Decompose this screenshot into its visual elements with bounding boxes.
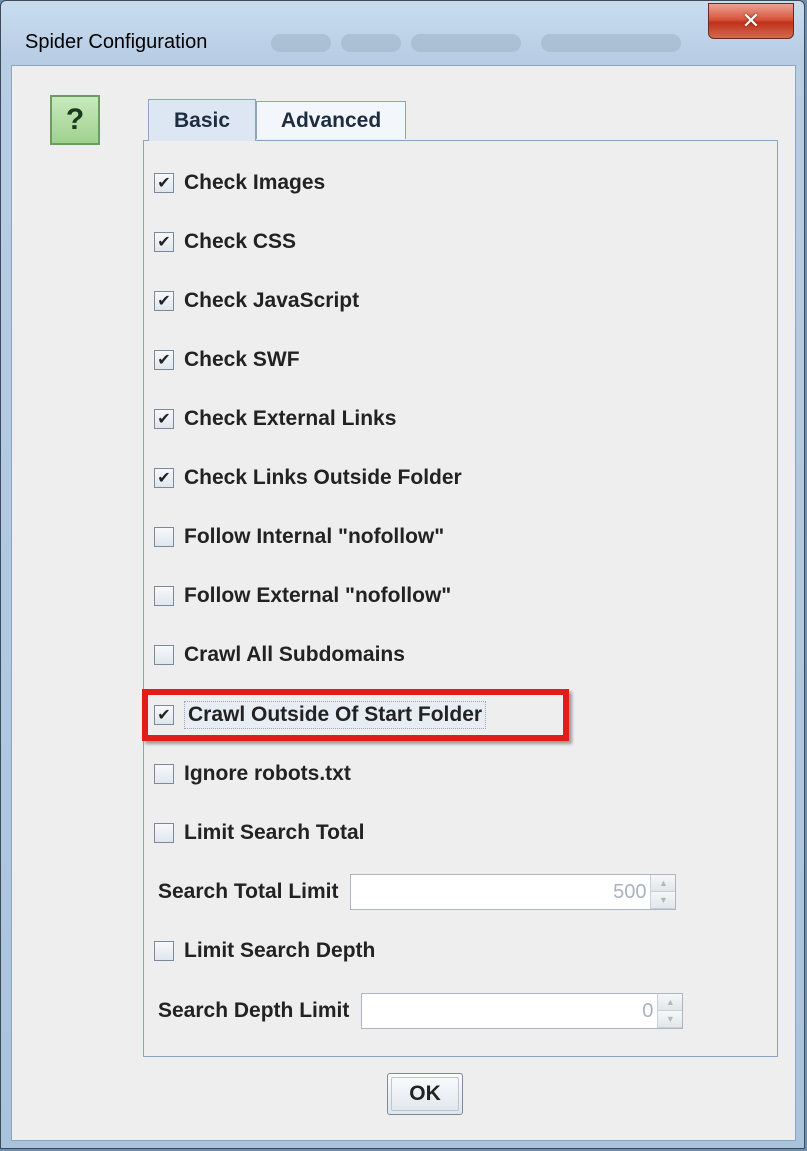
- check-links-outside-folder-option[interactable]: ✔ Check Links Outside Folder: [154, 461, 462, 495]
- option-label: Check External Links: [184, 407, 397, 430]
- close-icon: ✕: [741, 8, 761, 34]
- option-label: Ignore robots.txt: [184, 762, 351, 785]
- title-bar[interactable]: Spider Configuration ✕: [1, 1, 804, 65]
- spin-up-button[interactable]: ▲: [651, 875, 676, 892]
- option-label: Check Images: [184, 171, 326, 194]
- search-total-limit-spinner[interactable]: 500 ▲ ▼: [350, 874, 677, 910]
- checkbox[interactable]: ✔: [154, 409, 174, 429]
- checkmark-icon: ✔: [157, 350, 171, 369]
- checkbox[interactable]: [154, 527, 174, 547]
- title-background-blur: [341, 34, 401, 52]
- help-button[interactable]: ?: [50, 95, 100, 145]
- search-depth-limit-spinner[interactable]: 0 ▲ ▼: [361, 993, 684, 1029]
- tab-basic-label: Basic: [173, 108, 231, 132]
- arrow-up-icon: ▲: [659, 878, 668, 888]
- spin-down-button[interactable]: ▼: [658, 1011, 683, 1028]
- checkmark-icon: ✔: [157, 291, 171, 310]
- search-total-limit-label: Search Total Limit: [158, 880, 339, 903]
- title-background-blur: [541, 34, 681, 52]
- close-button[interactable]: ✕: [708, 3, 794, 39]
- option-label: Check Links Outside Folder: [184, 466, 462, 489]
- search-depth-limit-row: Search Depth Limit 0 ▲ ▼: [158, 991, 684, 1031]
- crawl-all-subdomains-option[interactable]: Crawl All Subdomains: [154, 638, 405, 672]
- checkbox[interactable]: [154, 586, 174, 606]
- option-label: Check JavaScript: [184, 289, 360, 312]
- check-css-option[interactable]: ✔ Check CSS: [154, 225, 296, 259]
- arrow-up-icon: ▲: [665, 997, 675, 1007]
- tab-advanced[interactable]: Advanced: [256, 101, 406, 139]
- limit-search-depth-option[interactable]: Limit Search Depth: [154, 934, 375, 968]
- search-total-limit-value[interactable]: 500: [351, 875, 650, 909]
- option-label: Check SWF: [184, 348, 300, 371]
- checkbox[interactable]: [154, 941, 174, 961]
- arrow-down-icon: ▼: [659, 895, 668, 905]
- checkbox[interactable]: ✔: [154, 173, 174, 193]
- ok-button-label: OK: [409, 1082, 441, 1105]
- window-title: Spider Configuration: [25, 31, 208, 53]
- ok-button[interactable]: OK: [387, 1073, 463, 1115]
- checkbox[interactable]: ✔: [154, 232, 174, 252]
- spin-up-button[interactable]: ▲: [658, 994, 683, 1011]
- option-label: Limit Search Total: [184, 821, 365, 844]
- checkbox[interactable]: ✔: [154, 350, 174, 370]
- arrow-down-icon: ▼: [665, 1014, 675, 1024]
- check-external-links-option[interactable]: ✔ Check External Links: [154, 402, 396, 436]
- checkbox[interactable]: ✔: [154, 291, 174, 311]
- title-background-blur: [411, 34, 521, 52]
- checkmark-icon: ✔: [157, 468, 171, 487]
- spin-down-button[interactable]: ▼: [651, 892, 676, 909]
- checkbox[interactable]: ✔: [154, 705, 174, 725]
- limit-search-total-option[interactable]: Limit Search Total: [154, 816, 364, 850]
- tab-basic[interactable]: Basic: [148, 99, 256, 141]
- follow-external-nofollow-option[interactable]: Follow External "nofollow": [154, 579, 451, 613]
- search-total-limit-row: Search Total Limit 500 ▲ ▼: [158, 872, 677, 912]
- check-swf-option[interactable]: ✔ Check SWF: [154, 343, 300, 377]
- option-label: Check CSS: [184, 230, 297, 253]
- title-background-blur: [271, 34, 331, 52]
- tab-advanced-label: Advanced: [280, 108, 382, 132]
- option-label: Follow External "nofollow": [184, 584, 452, 607]
- checkbox[interactable]: [154, 823, 174, 843]
- basic-tab-panel: ✔ Check Images ✔ Check CSS ✔ Check JavaS…: [142, 140, 778, 1057]
- spinner-buttons: ▲ ▼: [657, 994, 683, 1028]
- check-javascript-option[interactable]: ✔ Check JavaScript: [154, 284, 359, 318]
- search-depth-limit-label: Search Depth Limit: [158, 999, 350, 1022]
- dialog-content: ? Basic Advanced ✔ Check Images ✔ Check …: [11, 65, 796, 1141]
- ignore-robots-option[interactable]: Ignore robots.txt: [154, 757, 351, 791]
- checkmark-icon: ✔: [157, 232, 171, 251]
- option-label: Crawl All Subdomains: [184, 643, 405, 666]
- option-label: Crawl Outside Of Start Folder: [184, 701, 487, 729]
- checkmark-icon: ✔: [157, 409, 171, 428]
- help-icon: ?: [65, 103, 85, 136]
- checkmark-icon: ✔: [157, 705, 171, 724]
- dialog-window: Spider Configuration ✕ ? Basic Advanced …: [0, 0, 805, 1149]
- check-images-option[interactable]: ✔ Check Images: [154, 166, 325, 200]
- option-label: Limit Search Depth: [184, 939, 376, 962]
- checkmark-icon: ✔: [157, 173, 171, 192]
- search-depth-limit-value[interactable]: 0: [362, 994, 657, 1028]
- checkbox[interactable]: [154, 645, 174, 665]
- follow-internal-nofollow-option[interactable]: Follow Internal "nofollow": [154, 520, 444, 554]
- spinner-buttons: ▲ ▼: [650, 875, 676, 909]
- option-label: Follow Internal "nofollow": [184, 525, 445, 548]
- checkbox[interactable]: [154, 764, 174, 784]
- crawl-outside-start-folder-option[interactable]: ✔ Crawl Outside Of Start Folder: [142, 689, 569, 741]
- checkbox[interactable]: ✔: [154, 468, 174, 488]
